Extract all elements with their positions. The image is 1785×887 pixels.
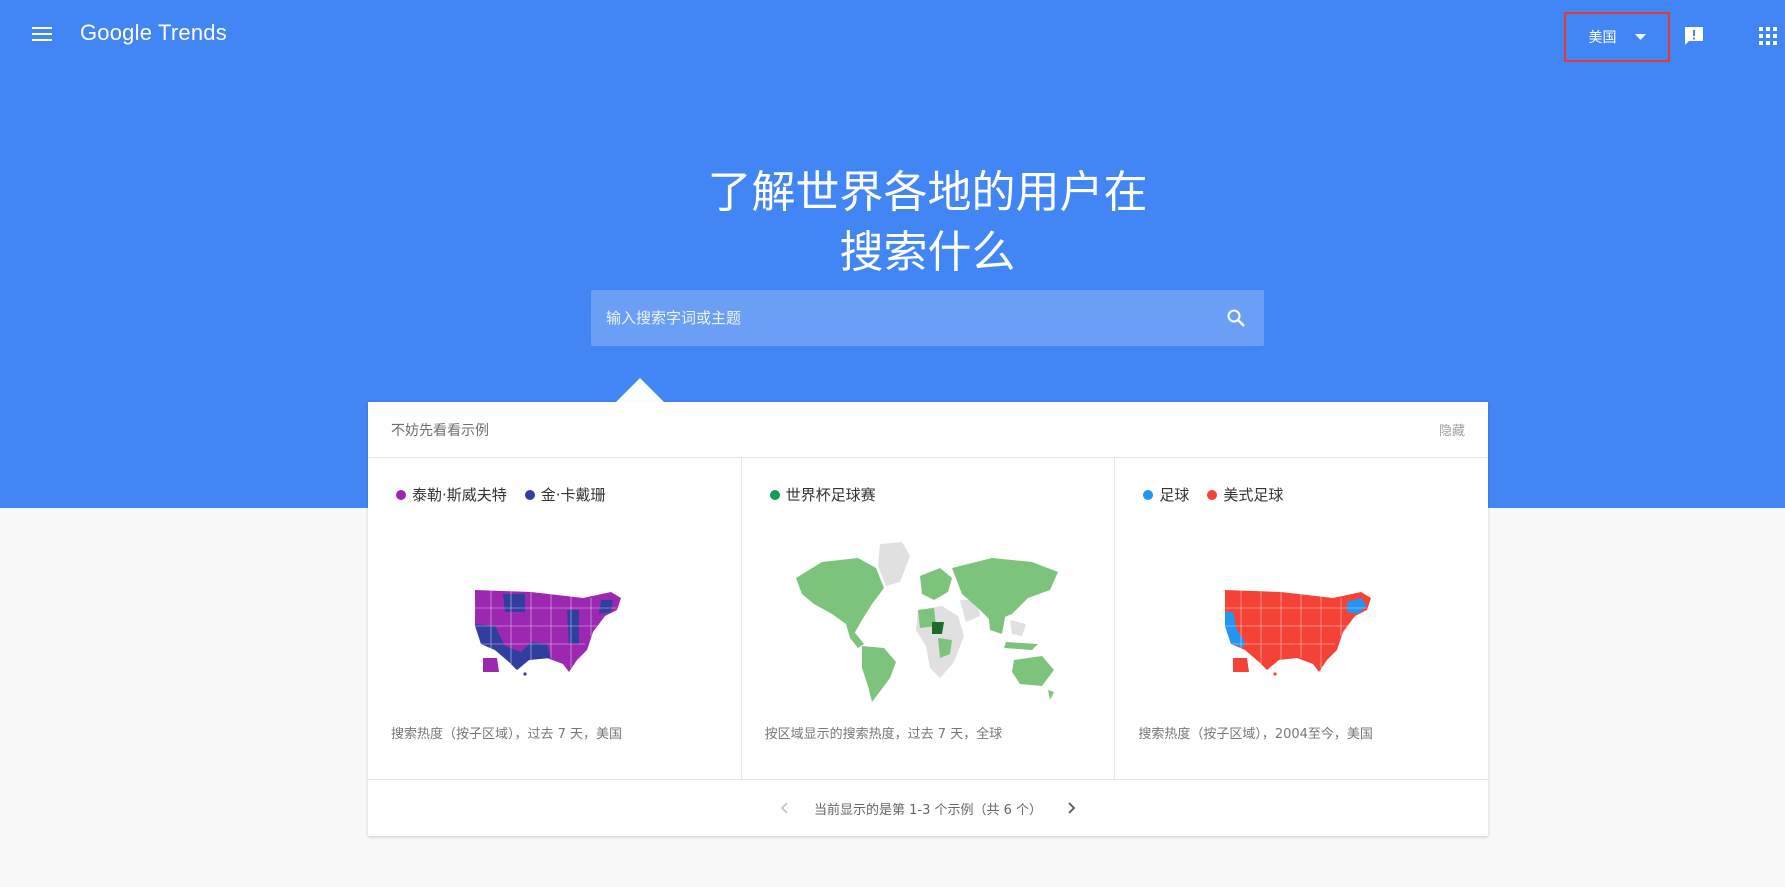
legend-item: 美式足球 [1207, 484, 1283, 505]
pager-text: 当前显示的是第 1-3 个示例（共 6 个） [813, 802, 1043, 818]
dropdown-arrow-icon [1634, 34, 1646, 40]
legend-label: 美式足球 [1223, 486, 1284, 504]
legend-item: 金·卡戴珊 [524, 484, 606, 505]
examples-header: 不妨先看看示例 隐藏 [368, 402, 1488, 458]
search-icon [1227, 309, 1245, 327]
hamburger-menu-icon [32, 27, 52, 41]
country-selector-label: 美国 [1588, 30, 1617, 46]
legend-dot [396, 489, 406, 500]
legend-label: 世界杯足球赛 [785, 486, 876, 504]
legend-dot [769, 489, 780, 500]
hide-examples-button[interactable]: 隐藏 [1439, 420, 1465, 439]
example-caption: 按区域显示的搜索热度，过去 7 天，全球 [764, 727, 1003, 742]
feedback-icon [1685, 27, 1703, 45]
hero-title: 了解世界各地的用户在 搜索什么 [0, 163, 1785, 283]
next-examples-button[interactable] [1060, 796, 1084, 820]
us-map-thumbnail [1225, 590, 1372, 676]
page: Google Trends 美国 了解世界各地的用户在 搜索什么 输入搜索字词或… [0, 0, 1785, 887]
example-card-1[interactable]: 泰勒·斯威夫特 金·卡戴珊 搜索热度（按子区域），过去 7 天，美国 [368, 458, 742, 779]
world-map-thumbnail [795, 542, 1058, 702]
previous-examples-button[interactable] [772, 796, 796, 820]
feedback-button[interactable] [1678, 20, 1710, 52]
apps-grid-icon [1759, 27, 1777, 45]
google-trends-logo[interactable]: Google Trends [80, 16, 227, 50]
examples-pager: 当前显示的是第 1-3 个示例（共 6 个） [368, 780, 1488, 836]
examples-row: 泰勒·斯威夫特 金·卡戴珊 搜索热度（按子区域），过去 7 天，美国 世界杯足球… [368, 458, 1488, 780]
search-button[interactable] [1208, 290, 1264, 346]
google-apps-button[interactable] [1752, 20, 1784, 52]
card-pointer [616, 378, 664, 402]
example-legend: 足球 美式足球 [1143, 484, 1301, 505]
example-legend: 泰勒·斯威夫特 金·卡戴珊 [396, 484, 624, 505]
main-menu-button[interactable] [24, 18, 60, 50]
chevron-left-icon [780, 802, 788, 814]
legend-label: 泰勒·斯威夫特 [412, 486, 507, 504]
legend-dot [524, 489, 535, 500]
examples-title: 不妨先看看示例 [391, 422, 489, 439]
legend-dot [1143, 489, 1154, 500]
country-selector[interactable]: 美国 [1564, 12, 1670, 62]
hero-title-line-2: 搜索什么 [839, 227, 1016, 279]
legend-label: 足球 [1159, 486, 1190, 504]
example-card-3[interactable]: 足球 美式足球 搜索热度（按子区域），2004至今，美国 [1115, 458, 1488, 779]
search-input[interactable] [591, 290, 1208, 346]
example-caption: 搜索热度（按子区域），2004至今，美国 [1138, 727, 1373, 742]
legend-item: 泰勒·斯威夫特 [396, 484, 507, 505]
search-box [591, 290, 1264, 346]
examples-card: 不妨先看看示例 隐藏 泰勒·斯威夫特 金·卡戴珊 搜索热度（按子区域），过去 7… [368, 402, 1488, 836]
example-legend: 世界杯足球赛 [769, 484, 894, 505]
legend-label: 金·卡戴珊 [540, 486, 606, 504]
us-map-thumbnail [475, 590, 621, 676]
legend-dot [1207, 489, 1218, 500]
legend-item: 世界杯足球赛 [769, 484, 876, 505]
logo-text: Google Trends [80, 20, 227, 45]
example-caption: 搜索热度（按子区域），过去 7 天，美国 [391, 727, 623, 742]
chevron-right-icon [1068, 802, 1076, 814]
example-card-2[interactable]: 世界杯足球赛 按区域显示的搜索热度，过去 7 天，全球 [742, 458, 1116, 779]
hero-title-line-1: 了解世界各地的用户在 [707, 167, 1148, 219]
legend-item: 足球 [1143, 484, 1189, 505]
